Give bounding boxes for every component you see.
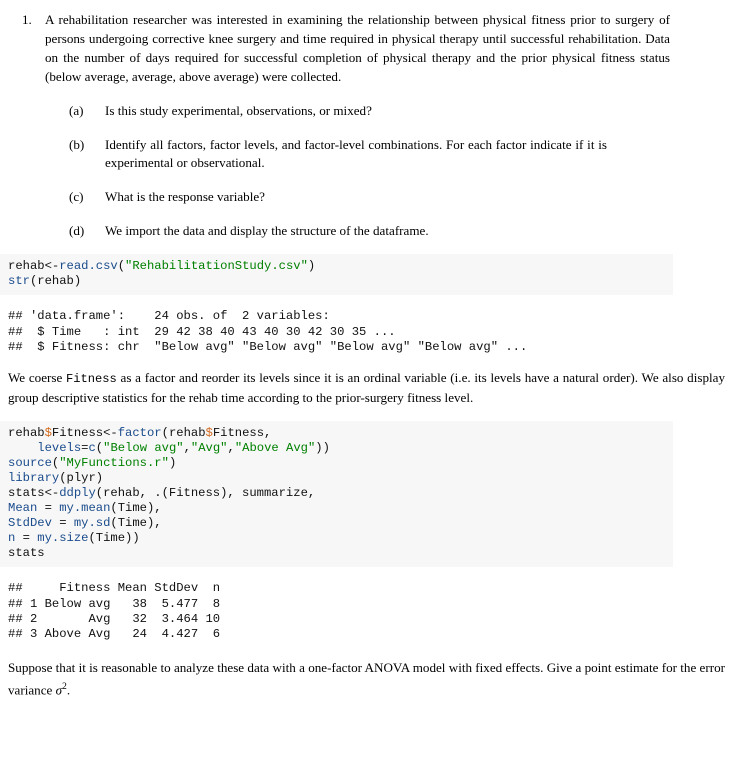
- r-output-block-2: ## Fitness Mean StdDev n ## 1 Below avg …: [0, 581, 733, 643]
- closing-paragraph-text: Suppose that it is reasonable to analyze…: [8, 659, 725, 698]
- part-text-a: Is this study experimental, observations…: [105, 102, 372, 118]
- r-code-block-1: rehab<-read.csv("RehabilitationStudy.csv…: [0, 254, 673, 296]
- part-text-d: We import the data and display the struc…: [105, 223, 429, 239]
- r-output-block-2-row-2: ## 2 Avg 32 3.464 10: [8, 612, 221, 626]
- paragraph-coerce-before: We coerse: [8, 370, 67, 386]
- part-marker-a: (a): [69, 102, 84, 118]
- part-marker-b: (b): [69, 136, 85, 152]
- question-part-d: (d) We import the data and display the s…: [45, 222, 670, 241]
- question-part-c: (c) What is the response variable?: [45, 188, 670, 207]
- part-text-b: Identify all factors, factor levels, and…: [105, 136, 607, 171]
- r-output-block-1-line-3: ## $ Fitness: chr "Below avg" "Below avg…: [8, 339, 528, 354]
- closing-paragraph-period: .: [66, 682, 71, 698]
- closing-paragraph: Suppose that it is reasonable to analyze…: [8, 659, 725, 700]
- part-marker-c: (c): [69, 189, 84, 205]
- r-output-block-2-row-1: ## 1 Below avg 38 5.477 8: [8, 596, 221, 611]
- r-output-block-1: ## 'data.frame': 24 obs. of 2 variables:…: [0, 309, 733, 356]
- r-code-block-2-content: rehab$Fitness<-factor(rehab$Fitness, lev…: [8, 426, 330, 561]
- part-text-c: What is the response variable?: [105, 189, 265, 205]
- question-parts-list: (a) Is this study experimental, observat…: [45, 102, 670, 242]
- r-code-block-1-content: rehab<-read.csv("RehabilitationStudy.csv…: [8, 259, 316, 289]
- paragraph-coerce-fitness: We coerse Fitness as a factor and reorde…: [8, 369, 725, 408]
- question-list: 1. A rehabilitation researcher was inter…: [0, 11, 733, 241]
- question-number: 1.: [22, 12, 32, 27]
- r-output-block-2-header: ## Fitness Mean StdDev n: [8, 581, 221, 596]
- inline-code-fitness: Fitness: [66, 372, 117, 387]
- question-part-b: (b) Identify all factors, factor levels,…: [45, 136, 670, 174]
- r-output-block-2-row-3: ## 3 Above Avg 24 4.427 6: [8, 627, 221, 642]
- question-stem: A rehabilitation researcher was interest…: [45, 12, 670, 84]
- document-page: 1. A rehabilitation researcher was inter…: [0, 11, 733, 700]
- question-item-1: 1. A rehabilitation researcher was inter…: [0, 11, 733, 241]
- r-code-block-2: rehab$Fitness<-factor(rehab$Fitness, lev…: [0, 421, 673, 568]
- question-part-a: (a) Is this study experimental, observat…: [45, 102, 670, 121]
- r-output-block-1-line-1: ## 'data.frame': 24 obs. of 2 variables:: [8, 309, 330, 324]
- r-output-block-1-line-2: ## $ Time : int 29 42 38 40 43 40 30 42 …: [8, 324, 396, 339]
- part-marker-d: (d): [69, 223, 85, 239]
